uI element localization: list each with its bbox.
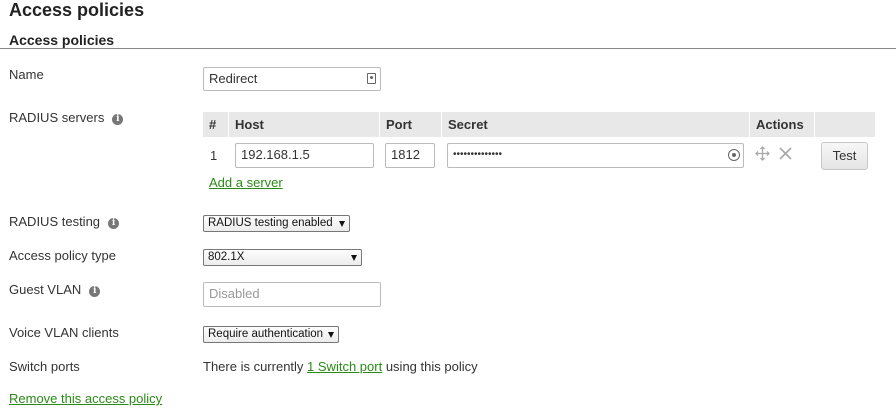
access-policy-type-select[interactable]: 802.1X bbox=[203, 249, 362, 266]
radius-servers-label: RADIUS servers i bbox=[9, 110, 124, 125]
column-header-actions: Actions bbox=[750, 112, 814, 137]
column-header-secret: Secret bbox=[442, 112, 749, 137]
name-label: Name bbox=[9, 67, 44, 82]
voice-vlan-clients-label: Voice VLAN clients bbox=[9, 325, 119, 340]
secret-input[interactable]: •••••••••••••• bbox=[447, 143, 744, 168]
radius-servers-label-text: RADIUS servers bbox=[9, 110, 105, 125]
chevron-down-icon bbox=[339, 221, 345, 227]
delete-icon[interactable] bbox=[778, 146, 793, 161]
switch-ports-suffix: using this policy bbox=[385, 359, 478, 374]
info-icon[interactable]: i bbox=[89, 286, 101, 297]
test-button[interactable]: Test bbox=[821, 142, 868, 170]
name-input-value: Redirect bbox=[209, 71, 258, 86]
voice-vlan-clients-select[interactable]: Require authentication bbox=[203, 326, 339, 343]
reveal-secret-icon[interactable] bbox=[728, 149, 740, 161]
radius-testing-select[interactable]: RADIUS testing enabled bbox=[203, 215, 350, 232]
remove-policy-link[interactable]: Remove this access policy bbox=[9, 391, 162, 406]
switch-ports-label: Switch ports bbox=[9, 359, 80, 374]
row-number: 1 bbox=[210, 148, 218, 163]
radius-testing-selected: RADIUS testing enabled bbox=[208, 217, 333, 229]
switch-port-link[interactable]: 1 Switch port bbox=[307, 359, 382, 374]
access-policy-type-label: Access policy type bbox=[9, 248, 116, 263]
contact-card-icon bbox=[367, 73, 376, 84]
switch-ports-prefix: There is currently bbox=[203, 359, 304, 374]
column-header-host: Host bbox=[229, 112, 379, 137]
name-input[interactable]: Redirect bbox=[203, 67, 381, 91]
guest-vlan-placeholder: Disabled bbox=[209, 286, 260, 301]
column-header-number: # bbox=[203, 112, 228, 137]
column-header-blank bbox=[815, 112, 875, 137]
chevron-down-icon bbox=[328, 332, 334, 338]
voice-vlan-clients-selected: Require authentication bbox=[208, 328, 324, 340]
info-icon[interactable]: i bbox=[112, 114, 124, 125]
host-input-value: 192.168.1.5 bbox=[241, 147, 310, 162]
host-input[interactable]: 192.168.1.5 bbox=[235, 143, 374, 168]
section-divider bbox=[0, 48, 896, 49]
guest-vlan-label: Guest VLAN i bbox=[9, 282, 101, 297]
access-policy-type-selected: 802.1X bbox=[208, 251, 245, 263]
guest-vlan-input[interactable]: Disabled bbox=[203, 282, 381, 307]
switch-ports-text: There is currently 1 Switch port using t… bbox=[203, 359, 478, 374]
add-server-link[interactable]: Add a server bbox=[209, 175, 283, 190]
port-input-value: 1812 bbox=[391, 147, 420, 162]
info-icon[interactable]: i bbox=[108, 218, 120, 229]
guest-vlan-label-text: Guest VLAN bbox=[9, 282, 82, 297]
section-title: Access policies bbox=[9, 32, 115, 48]
secret-input-value: •••••••••••••• bbox=[453, 149, 503, 160]
chevron-down-icon bbox=[351, 255, 357, 261]
port-input[interactable]: 1812 bbox=[385, 143, 435, 168]
move-icon[interactable] bbox=[755, 146, 770, 161]
column-header-port: Port bbox=[380, 112, 441, 137]
radius-testing-label: RADIUS testing i bbox=[9, 214, 120, 229]
radius-testing-label-text: RADIUS testing bbox=[9, 214, 101, 229]
page-title: Access policies bbox=[9, 0, 145, 20]
